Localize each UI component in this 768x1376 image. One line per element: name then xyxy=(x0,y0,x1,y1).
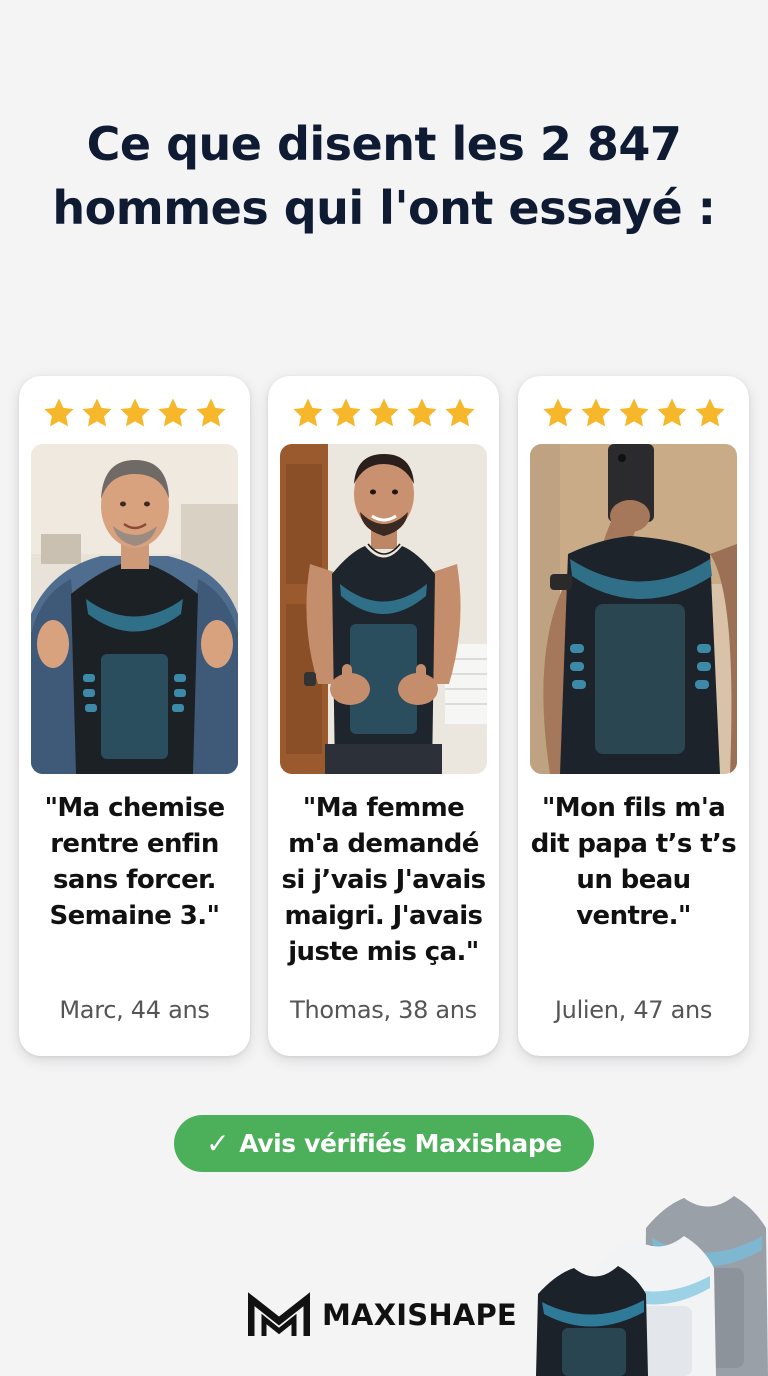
star-icon xyxy=(579,396,613,430)
testimonial-author: Julien, 47 ans xyxy=(554,996,713,1024)
star-icon xyxy=(405,396,439,430)
star-icon xyxy=(443,396,477,430)
man-opening-denim-shirt-photo xyxy=(31,444,238,774)
customer-photo xyxy=(31,444,238,774)
star-icon xyxy=(291,396,325,430)
star-icon xyxy=(693,396,727,430)
star-icon xyxy=(541,396,575,430)
star-icon xyxy=(367,396,401,430)
testimonial-card: "Ma chemise rentre enfin sans forcer. Se… xyxy=(19,376,250,1056)
testimonial-card: "Mon fils m'a dit papa t’s t’s un beau v… xyxy=(518,376,749,1056)
testimonial-quote: "Ma chemise rentre enfin sans forcer. Se… xyxy=(44,793,225,931)
verified-reviews-label: Avis vérifiés Maxishape xyxy=(239,1129,562,1158)
star-rating xyxy=(518,396,749,430)
testimonial-author: Marc, 44 ans xyxy=(59,996,210,1024)
testimonial-author: Thomas, 38 ans xyxy=(290,996,477,1024)
maxishape-m-logo-icon xyxy=(248,1292,310,1336)
star-icon xyxy=(80,396,114,430)
brand-logo: MAXISHAPE xyxy=(248,1290,517,1340)
star-icon xyxy=(329,396,363,430)
page-title-line-2: hommes qui l'ont essayé : xyxy=(52,181,716,235)
testimonial-quote: "Mon fils m'a dit papa t’s t’s un beau v… xyxy=(530,793,737,931)
star-rating xyxy=(268,396,499,430)
page-title: Ce que disent les 2 847 hommes qui l'ont… xyxy=(0,112,768,240)
star-icon xyxy=(118,396,152,430)
customer-photo xyxy=(280,444,487,774)
man-thumbs-up-photo xyxy=(280,444,487,774)
customer-photo xyxy=(530,444,737,774)
verified-reviews-badge: ✓ Avis vérifiés Maxishape xyxy=(174,1115,594,1172)
star-icon xyxy=(617,396,651,430)
check-icon: ✓ xyxy=(206,1127,230,1160)
star-rating xyxy=(19,396,250,430)
testimonial-quote: "Ma femme m'a demandé si j’vais J'avais … xyxy=(281,793,486,967)
star-icon xyxy=(194,396,228,430)
testimonial-card: "Ma femme m'a demandé si j’vais J'avais … xyxy=(268,376,499,1056)
page-title-line-1: Ce que disent les 2 847 xyxy=(86,117,682,171)
mirror-selfie-photo xyxy=(530,444,737,774)
star-icon xyxy=(655,396,689,430)
compression-tank-tops-icon xyxy=(536,1196,768,1376)
star-icon xyxy=(42,396,76,430)
brand-name: MAXISHAPE xyxy=(322,1298,517,1332)
star-icon xyxy=(156,396,190,430)
